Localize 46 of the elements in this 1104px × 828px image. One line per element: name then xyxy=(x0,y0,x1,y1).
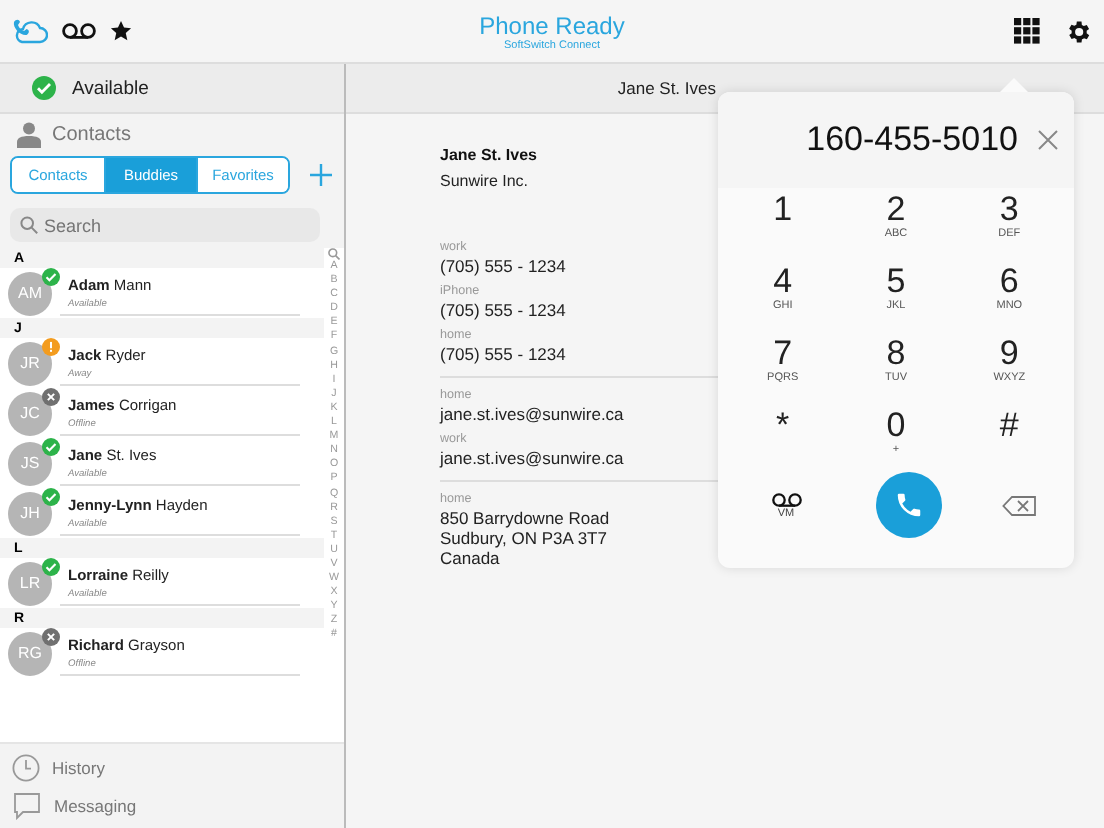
my-status-label[interactable]: Available xyxy=(72,77,149,99)
nav-item[interactable]: History xyxy=(52,757,105,777)
search-icon xyxy=(20,216,38,234)
call-button[interactable] xyxy=(876,472,942,538)
app-title: Phone Ready xyxy=(479,11,625,39)
phone-icon xyxy=(894,490,924,520)
dial-key[interactable]: * xyxy=(726,404,840,476)
dial-key[interactable]: 1 xyxy=(726,188,840,260)
voicemail-icon[interactable] xyxy=(62,22,96,40)
add-icon[interactable] xyxy=(310,164,332,186)
dialed-number: 160-455-5010 xyxy=(806,120,1018,160)
detail-header: Jane St. Ives xyxy=(617,78,716,98)
offline-status-icon xyxy=(42,387,60,405)
check-status-icon xyxy=(42,437,60,455)
field-value[interactable]: jane.st.ives@sunwire.ca xyxy=(440,448,624,468)
avatar-initials: RG xyxy=(18,644,42,662)
search-field[interactable]: Search xyxy=(10,208,320,242)
check-status-icon xyxy=(32,76,56,100)
avatar-initials: JC xyxy=(20,404,40,422)
field-value[interactable]: jane.st.ives@sunwire.ca xyxy=(440,404,624,424)
dial-key[interactable]: # xyxy=(952,404,1066,476)
field-value[interactable]: (705) 555 - 1234 xyxy=(440,344,566,364)
settings-icon[interactable] xyxy=(1064,17,1092,45)
field-value[interactable]: (705) 555 - 1234 xyxy=(440,300,566,320)
person-icon xyxy=(16,121,42,147)
field-value[interactable]: (705) 555 - 1234 xyxy=(440,256,566,276)
contact-full-name: Jane St. Ives xyxy=(440,146,539,164)
avatar-initials: JR xyxy=(20,354,40,372)
clock-icon xyxy=(12,753,40,781)
avatar-initials: JS xyxy=(20,454,40,472)
backspace-icon[interactable] xyxy=(1002,495,1036,515)
field-value[interactable]: 850 Barrydowne Road Sudbury, ON P3A 3T7 Canada xyxy=(440,508,610,568)
voicemail-icon xyxy=(769,491,803,507)
avatar-initials: JH xyxy=(20,504,40,522)
avatar-initials: AM xyxy=(18,284,42,302)
company-name: Sunwire Inc. xyxy=(440,172,531,190)
phone-cloud-logo-icon[interactable] xyxy=(12,17,48,45)
search-icon[interactable] xyxy=(328,248,340,260)
nav-item[interactable]: Messaging xyxy=(54,795,137,815)
check-status-icon xyxy=(42,487,60,505)
dialpad-grid-icon[interactable] xyxy=(1014,18,1040,44)
close-icon[interactable] xyxy=(1038,130,1058,150)
star-icon[interactable] xyxy=(110,20,132,42)
chat-bubble-icon xyxy=(12,791,42,819)
avatar-initials: LR xyxy=(19,574,41,592)
contacts-heading: Contacts xyxy=(52,123,131,145)
